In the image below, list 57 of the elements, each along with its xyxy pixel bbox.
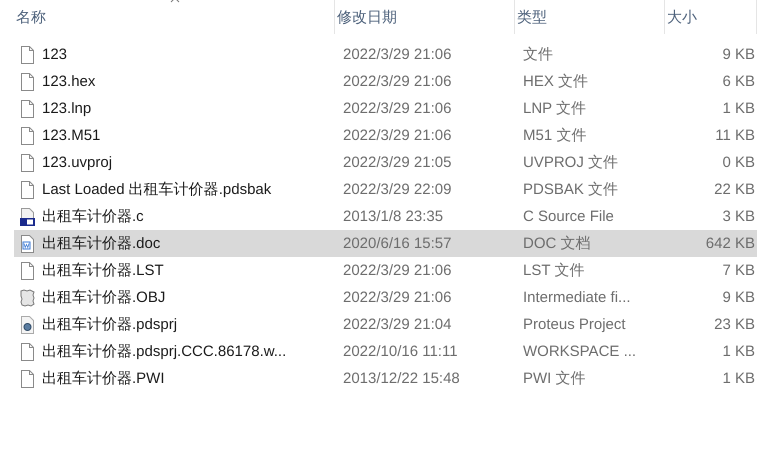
column-header[interactable]: 修改日期 <box>337 0 514 34</box>
size-cell-text: 3 KB <box>721 208 756 225</box>
type-cell-text: C Source File <box>522 208 615 225</box>
date-cell-text: 2022/3/29 21:04 <box>342 316 452 333</box>
date-cell-text: 2013/12/22 15:48 <box>342 370 461 387</box>
file-name: 出租车计价器.PWI <box>42 369 164 388</box>
size-cell-text: 0 KB <box>721 154 756 171</box>
file-name: 出租车计价器.doc <box>42 234 160 253</box>
size-cell-text: 11 KB <box>714 127 756 144</box>
date-cell-text: 2022/3/29 21:05 <box>342 154 452 171</box>
file-name: 123.lnp <box>42 100 92 117</box>
size-cell-text: 9 KB <box>721 46 756 63</box>
date-cell-text: 2020/6/16 15:57 <box>342 235 452 252</box>
type-cell-text: DOC 文档 <box>522 234 592 253</box>
file-name: Last Loaded 出租车计价器.pdsbak <box>42 180 272 199</box>
size-cell-text: 7 KB <box>721 262 756 279</box>
date-cell-text: 2022/10/16 11:11 <box>342 343 459 360</box>
type-cell-text: HEX 文件 <box>522 72 590 91</box>
date-cell-text: 2022/3/29 21:06 <box>342 262 452 279</box>
type-cell-text: M51 文件 <box>522 126 588 145</box>
column-header[interactable]: 类型 <box>517 0 664 34</box>
type-cell-text: 文件 <box>522 45 554 64</box>
date-cell-text: 2022/3/29 21:06 <box>342 46 452 63</box>
date-cell-text: 2022/3/29 21:06 <box>342 289 452 306</box>
type-cell-text: LST 文件 <box>522 261 586 280</box>
size-cell-text: 9 KB <box>721 289 756 306</box>
type-cell-text: Intermediate fi... <box>522 289 632 306</box>
file-name: 出租车计价器.OBJ <box>42 288 166 307</box>
type-cell-text: LNP 文件 <box>522 99 588 118</box>
date-cell-text: 2022/3/29 22:09 <box>342 181 452 198</box>
type-cell-text: PWI 文件 <box>522 369 586 388</box>
file-name: 出租车计价器.pdsprj.CCC.86178.w... <box>42 342 286 361</box>
size-cell-text: 642 KB <box>704 235 756 252</box>
selected-row-highlight[interactable] <box>14 230 757 257</box>
size-cell-text: 22 KB <box>713 181 756 198</box>
size-cell-text: 6 KB <box>721 73 756 90</box>
size-cell-text: 1 KB <box>721 370 756 387</box>
file-name: 123.hex <box>42 73 96 90</box>
date-cell-text: 2022/3/29 21:06 <box>342 73 452 90</box>
type-cell-text: Proteus Project <box>522 316 627 333</box>
column-header[interactable]: 名称 <box>16 0 334 34</box>
file-name: 123.uvproj <box>42 154 112 171</box>
date-cell-text: 2013/1/8 23:35 <box>342 208 444 225</box>
file-name: 123.M51 <box>42 127 100 144</box>
type-cell-text: WORKSPACE ... <box>522 343 638 360</box>
file-name: 出租车计价器.pdsprj <box>42 315 178 334</box>
type-cell-text: UVPROJ 文件 <box>522 153 620 172</box>
file-name: 出租车计价器.LST <box>42 261 164 280</box>
date-cell-text: 2022/3/29 21:06 <box>342 100 452 117</box>
column-header[interactable]: 大小 <box>667 0 756 34</box>
file-name: 出租车计价器.c <box>42 207 144 226</box>
type-cell-text: PDSBAK 文件 <box>522 180 620 199</box>
size-cell-text: 1 KB <box>721 100 756 117</box>
file-name: 123 <box>42 46 68 63</box>
size-cell-text: 1 KB <box>721 343 756 360</box>
size-cell-text: 23 KB <box>713 316 756 333</box>
date-cell-text: 2022/3/29 21:06 <box>342 127 452 144</box>
